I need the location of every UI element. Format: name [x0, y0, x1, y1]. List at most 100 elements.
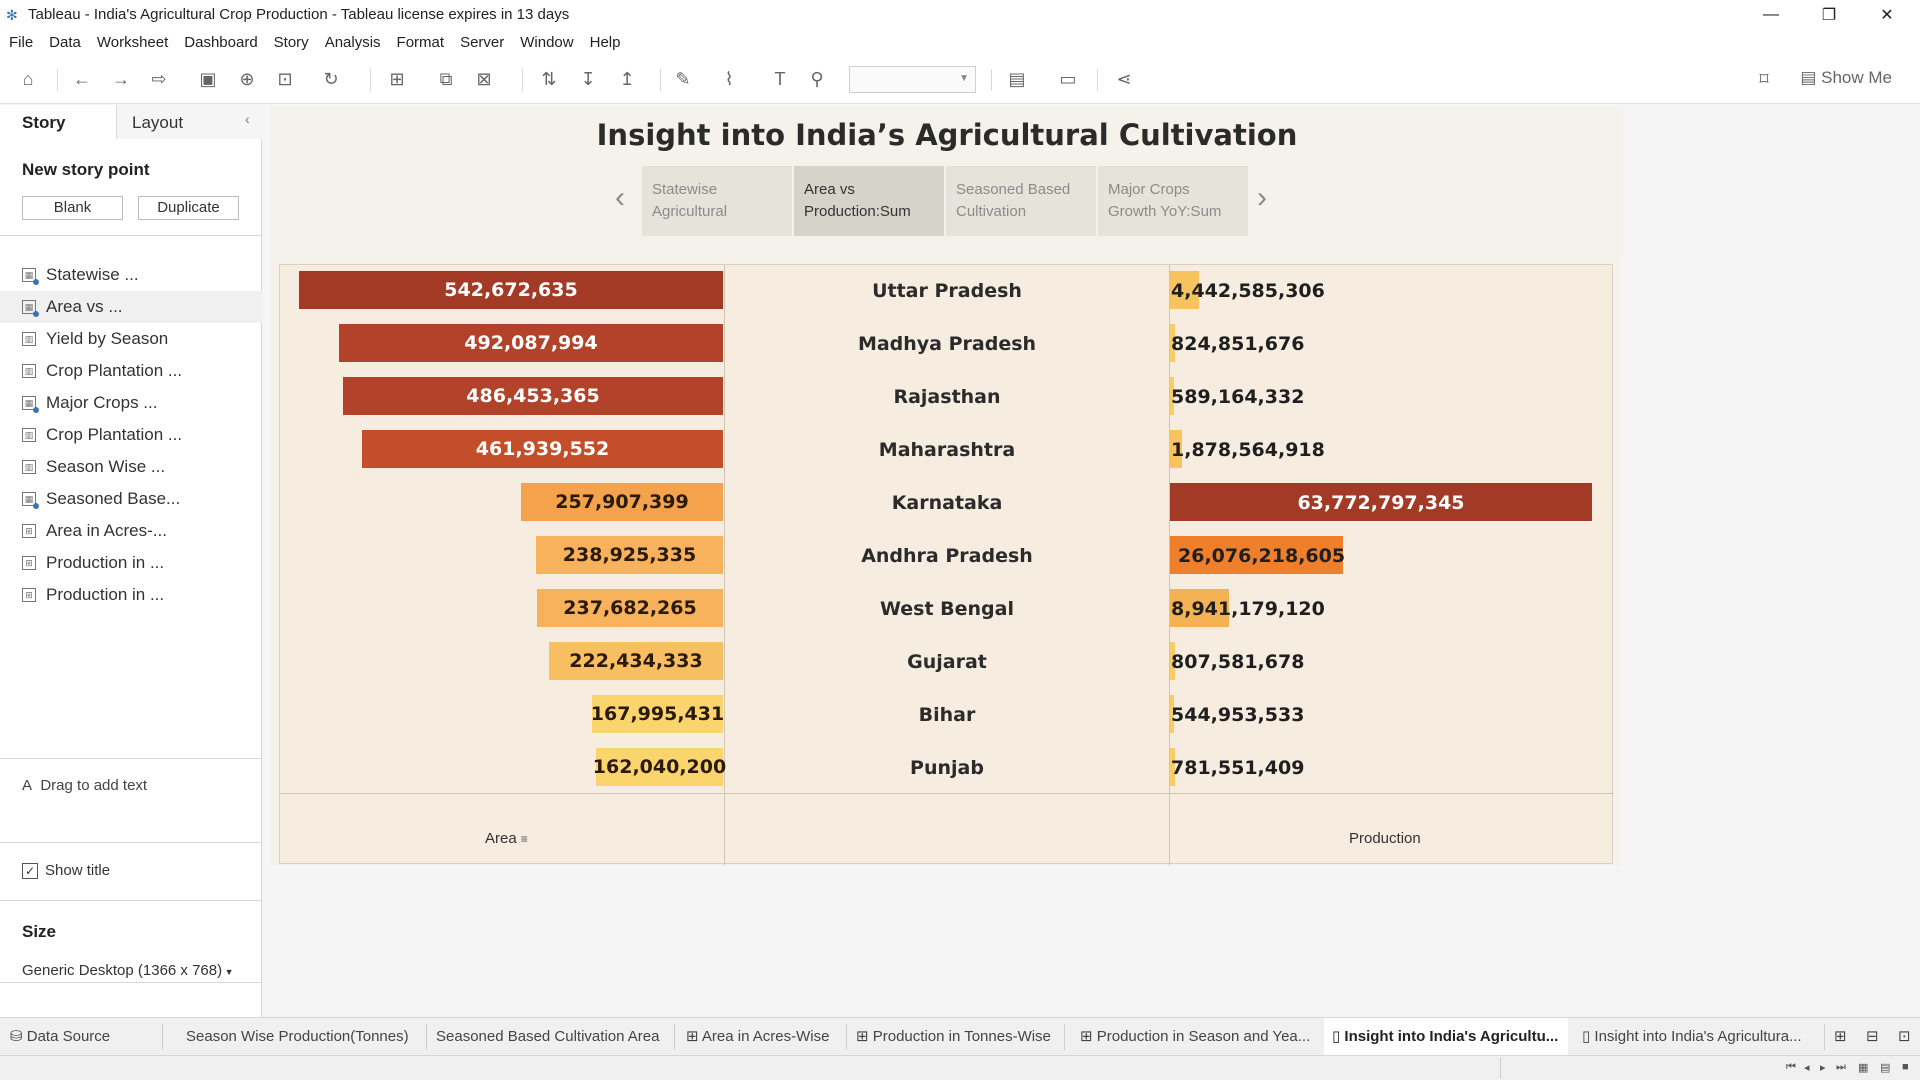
sheet-list-item[interactable]: ▦ Major Crops ... [0, 387, 262, 419]
menu-help[interactable]: Help [590, 34, 621, 51]
area-axis-label[interactable]: Area ≡ [485, 830, 528, 847]
menu-story[interactable]: Story [274, 34, 309, 51]
state-label[interactable]: Gujarat [725, 651, 1169, 673]
sheet-sorter-icon[interactable]: ▤ [1880, 1061, 1890, 1074]
show-me-button[interactable]: ▤ Show Me [1800, 68, 1892, 88]
sheet-list-item[interactable]: ▥ Crop Plantation ... [0, 355, 262, 387]
tab-story[interactable]: Story [0, 105, 117, 139]
sheet-list-item[interactable]: ▥ Season Wise ... [0, 451, 262, 483]
tabs-view-icon[interactable]: ■ [1902, 1061, 1909, 1073]
sheet-list-item[interactable]: ⊞ Production in ... [0, 547, 262, 579]
pin-highlight-icon[interactable]: ⌑ [1753, 68, 1775, 90]
state-label[interactable]: West Bengal [725, 598, 1169, 620]
menu-file[interactable]: File [9, 34, 33, 51]
new-dashboard-icon[interactable]: ⊟ [1858, 1018, 1888, 1056]
highlight-icon[interactable]: ✎ [672, 68, 694, 90]
presentation-icon[interactable]: ▭ [1057, 68, 1079, 90]
undo-icon[interactable]: ← [71, 68, 93, 90]
tab-sheet[interactable]: Season Wise Production(Tonnes) [178, 1018, 424, 1056]
state-label[interactable]: Bihar [725, 704, 1169, 726]
menu-dashboard[interactable]: Dashboard [184, 34, 257, 51]
state-label[interactable]: Maharashtra [725, 439, 1169, 461]
new-worksheet-icon[interactable]: ⊞ [1826, 1018, 1856, 1056]
tab-story[interactable]: ▯ Insight into India's Agricultura... [1574, 1018, 1822, 1056]
area-bar[interactable]: 237,682,265 [537, 589, 723, 627]
fit-dropdown[interactable]: ▼ [849, 66, 976, 93]
area-bar[interactable]: 162,040,200 [593, 748, 726, 786]
filmstrip-view-icon[interactable]: ▦ [1858, 1061, 1868, 1074]
area-bar[interactable]: 167,995,431 [591, 695, 724, 733]
area-bar[interactable]: 492,087,994 [339, 324, 723, 362]
state-label[interactable]: Andhra Pradesh [725, 545, 1169, 567]
new-sheet-icon[interactable]: ⊞ [386, 68, 408, 90]
share-icon[interactable]: ⋖ [1113, 68, 1135, 90]
minimize-icon[interactable]: — [1748, 0, 1794, 29]
replay-icon[interactable]: ⇨ [148, 68, 170, 90]
pause-updates-icon[interactable]: ⊡ [274, 68, 296, 90]
clear-sheet-icon[interactable]: ⊠ [473, 68, 495, 90]
area-bar[interactable]: 238,925,335 [536, 536, 723, 574]
menu-server[interactable]: Server [460, 34, 504, 51]
area-bar[interactable]: 257,907,399 [521, 483, 723, 521]
state-label[interactable]: Uttar Pradesh [725, 280, 1169, 302]
story-point-tab-selected[interactable]: Area vs Production:Sum [794, 166, 944, 236]
sort-icon[interactable]: ≡ [521, 832, 528, 846]
menu-format[interactable]: Format [397, 34, 445, 51]
area-bar[interactable]: 461,939,552 [362, 430, 723, 468]
sheet-list-item[interactable]: ▦ Area vs ... [0, 291, 262, 323]
sort-descending-icon[interactable]: ↥ [616, 68, 638, 90]
sheet-list-item[interactable]: ▥ Crop Plantation ... [0, 419, 262, 451]
tab-sheet[interactable]: ⊞ Area in Acres-Wise [678, 1018, 844, 1056]
refresh-icon[interactable]: ↻ [320, 68, 342, 90]
story-point-tab[interactable]: Statewise Agricultural [642, 166, 792, 236]
menu-data[interactable]: Data [49, 34, 81, 51]
restore-icon[interactable]: ❐ [1806, 0, 1852, 29]
state-label[interactable]: Karnataka [725, 492, 1169, 514]
blank-button[interactable]: Blank [22, 196, 123, 220]
home-icon[interactable]: ⌂ [17, 68, 39, 90]
next-arrow-icon[interactable]: › [1257, 181, 1267, 215]
tab-layout[interactable]: Layout [117, 105, 262, 139]
tab-sheet[interactable]: Seasoned Based Cultivation Area [428, 1018, 672, 1056]
duplicate-button[interactable]: Duplicate [138, 196, 239, 220]
close-icon[interactable]: ✕ [1864, 0, 1910, 29]
area-bar[interactable]: 486,453,365 [343, 377, 723, 415]
sheet-list-item[interactable]: ▥ Yield by Season [0, 323, 262, 355]
first-sheet-icon[interactable]: ⏮ [1786, 1061, 1796, 1074]
previous-arrow-icon[interactable]: ‹ [615, 181, 625, 215]
state-label[interactable]: Madhya Pradesh [725, 333, 1169, 355]
drag-text-item[interactable]: A Drag to add text [22, 777, 147, 794]
collapse-pane-icon[interactable]: ‹ [245, 111, 250, 127]
sheet-list-item[interactable]: ▦ Seasoned Base... [0, 483, 262, 515]
redo-icon[interactable]: → [110, 68, 132, 90]
tab-sheet[interactable]: ⊞ Production in Season and Yea... [1072, 1018, 1322, 1056]
size-dropdown[interactable]: Generic Desktop (1366 x 768) ▼ [22, 962, 234, 979]
save-icon[interactable]: ▣ [197, 68, 219, 90]
menu-analysis[interactable]: Analysis [325, 34, 381, 51]
tab-data-source[interactable]: ⛁ Data Source [2, 1018, 160, 1056]
state-label[interactable]: Punjab [725, 757, 1169, 779]
menu-window[interactable]: Window [520, 34, 573, 51]
prev-sheet-icon[interactable]: ◂ [1804, 1061, 1810, 1074]
state-label[interactable]: Rajasthan [725, 386, 1169, 408]
labels-icon[interactable]: T [769, 68, 791, 90]
menu-worksheet[interactable]: Worksheet [97, 34, 168, 51]
story-point-tab[interactable]: Major Crops Growth YoY:Sum [1098, 166, 1248, 236]
sheet-list-item[interactable]: ▦ Statewise ... [0, 259, 262, 291]
tab-sheet[interactable]: ⊞ Production in Tonnes-Wise [848, 1018, 1062, 1056]
area-bar[interactable]: 222,434,333 [549, 642, 723, 680]
story-point-tab[interactable]: Seasoned Based Cultivation [946, 166, 1096, 236]
new-story-icon[interactable]: ⊡ [1890, 1018, 1920, 1056]
duplicate-sheet-icon[interactable]: ⧉ [435, 68, 457, 90]
group-icon[interactable]: ⌇ [718, 68, 740, 90]
area-bar[interactable]: 542,672,635 [299, 271, 723, 309]
next-sheet-icon[interactable]: ▸ [1820, 1061, 1826, 1074]
sheet-list-item[interactable]: ⊞ Production in ... [0, 579, 262, 611]
sheet-list-item[interactable]: ⊞ Area in Acres-... [0, 515, 262, 547]
show-title-checkbox[interactable]: ✓ Show title [22, 862, 110, 879]
swap-icon[interactable]: ⇅ [538, 68, 560, 90]
sort-ascending-icon[interactable]: ↧ [577, 68, 599, 90]
pin-icon[interactable]: ⚲ [806, 68, 828, 90]
show-cards-icon[interactable]: ▤ [1006, 68, 1028, 90]
new-datasource-icon[interactable]: ⊕ [236, 68, 258, 90]
